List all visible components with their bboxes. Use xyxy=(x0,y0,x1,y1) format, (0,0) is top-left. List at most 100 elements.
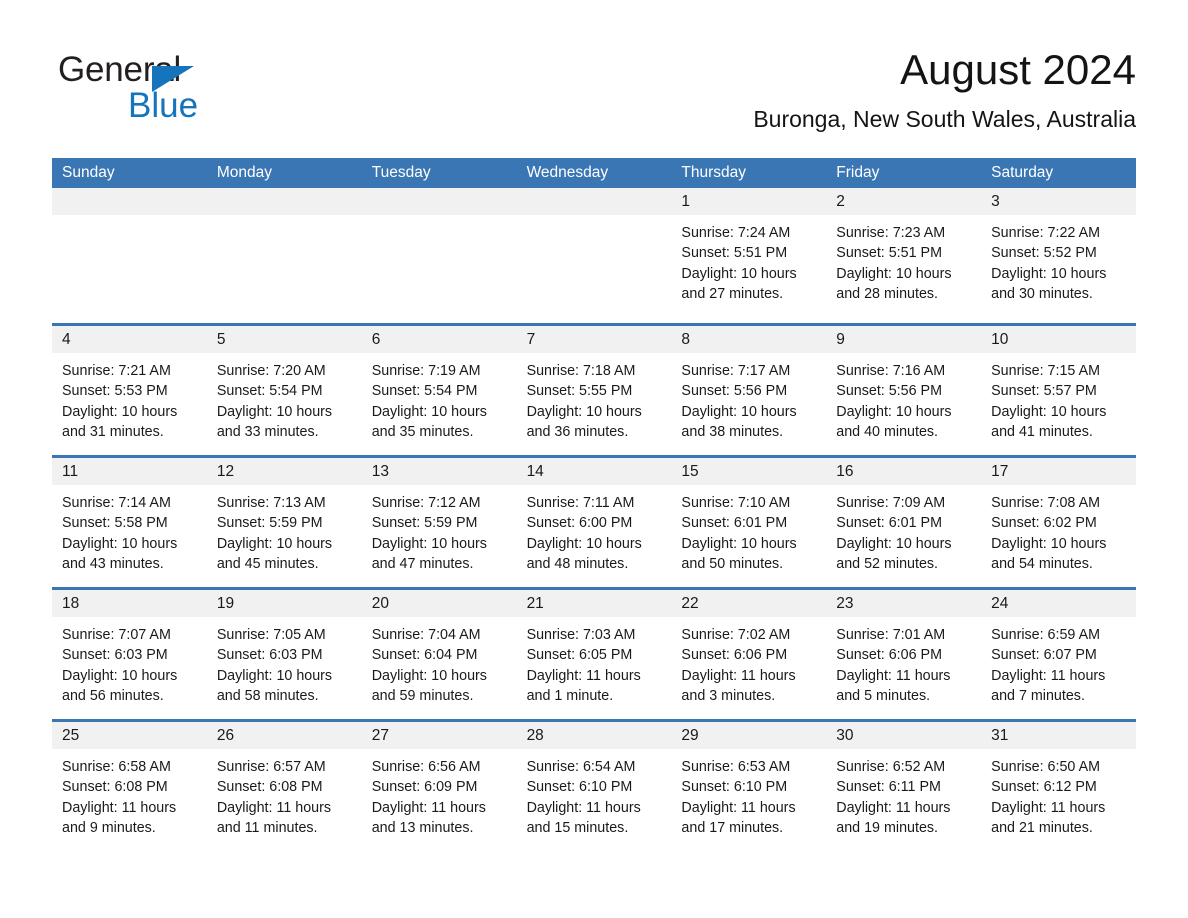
day-number-band: 31 xyxy=(981,722,1136,749)
sunset-time: Sunset: 6:06 PM xyxy=(681,647,788,664)
day-cell-4[interactable]: 4 Sunrise: 7:21 AM Sunset: 5:53 PM Daylight… xyxy=(52,326,207,455)
day-cell-20[interactable]: 20 Sunrise: 7:04 AM Sunset: 6:04 PM Dayligh… xyxy=(361,590,517,719)
sunset-time: Sunset: 5:54 PM xyxy=(216,383,323,400)
day-cell-22[interactable]: 22 Sunrise: 7:02 AM Sunset: 6:06 PM Dayligh… xyxy=(671,590,827,719)
day-cell-8[interactable]: 8 Sunrise: 7:17 AM Sunset: 5:56 PM Daylight… xyxy=(671,326,827,455)
day-details: Sunrise: 6:58 AM Sunset: 6:08 PM Daylight:… xyxy=(52,749,207,838)
daylight-line-1: Daylight: 10 hours xyxy=(991,535,1107,552)
day-cell-2[interactable]: 2 Sunrise: 7:23 AM Sunset: 5:51 PM Daylight… xyxy=(826,188,982,323)
day-number: 30 xyxy=(836,727,854,744)
day-cell-15[interactable]: 15 Sunrise: 7:10 AM Sunset: 6:01 PM Dayligh… xyxy=(671,458,827,587)
day-cell-13[interactable]: 13 Sunrise: 7:12 AM Sunset: 5:59 PM Dayligh… xyxy=(361,458,517,587)
daylight-line-1: Daylight: 11 hours xyxy=(681,799,796,816)
sunrise-time: Sunrise: 7:13 AM xyxy=(216,495,326,511)
day-number: 1 xyxy=(681,193,691,210)
day-cell-27[interactable]: 27 Sunrise: 6:56 AM Sunset: 6:09 PM Dayligh… xyxy=(361,722,517,851)
sunset-time: Sunset: 6:12 PM xyxy=(991,779,1097,796)
day-details: Sunrise: 7:19 AM Sunset: 5:54 PM Daylight:… xyxy=(362,353,517,442)
day-cell-18[interactable]: 18 Sunrise: 7:07 AM Sunset: 6:03 PM Dayligh… xyxy=(52,590,207,719)
day-details: Sunrise: 7:04 AM Sunset: 6:04 PM Daylight:… xyxy=(362,617,517,706)
day-cell-25[interactable]: 25 Sunrise: 6:58 AM Sunset: 6:08 PM Dayligh… xyxy=(52,722,207,851)
sunrise-time: Sunrise: 7:02 AM xyxy=(681,627,791,643)
day-number-band: 20 xyxy=(361,590,517,617)
day-cell-17[interactable]: 17 Sunrise: 7:08 AM Sunset: 6:02 PM Dayligh… xyxy=(981,458,1136,587)
day-number: 31 xyxy=(991,727,1009,744)
day-cell-1[interactable]: 1 Sunrise: 7:24 AM Sunset: 5:51 PM Daylight… xyxy=(671,188,827,323)
day-number-band: 26 xyxy=(206,722,362,749)
daylight-line-2: and 35 minutes. xyxy=(371,423,474,440)
day-number: 11 xyxy=(62,463,79,480)
daylight-line-1: Daylight: 10 hours xyxy=(216,535,333,552)
day-cell-19[interactable]: 19 Sunrise: 7:05 AM Sunset: 6:03 PM Dayligh… xyxy=(206,590,362,719)
day-number: 7 xyxy=(526,331,536,348)
daylight-line-1: Daylight: 10 hours xyxy=(991,265,1107,282)
day-cell-26[interactable]: 26 Sunrise: 6:57 AM Sunset: 6:08 PM Dayligh… xyxy=(206,722,362,851)
day-number-band: 13 xyxy=(361,458,517,485)
daylight-line-1: Daylight: 11 hours xyxy=(371,799,486,816)
sunrise-time: Sunrise: 7:05 AM xyxy=(216,627,326,643)
weekday-header-friday: Friday xyxy=(836,164,880,181)
daylight-line-2: and 31 minutes. xyxy=(62,423,164,440)
sunset-time: Sunset: 6:01 PM xyxy=(681,515,788,532)
daylight-line-1: Daylight: 10 hours xyxy=(371,403,487,420)
daylight-line-1: Daylight: 10 hours xyxy=(836,265,952,282)
day-cell-7[interactable]: 7 Sunrise: 7:18 AM Sunset: 5:55 PM Daylight… xyxy=(516,326,672,455)
day-number: 25 xyxy=(62,727,80,744)
day-cell-5[interactable]: 5 Sunrise: 7:20 AM Sunset: 5:54 PM Daylight… xyxy=(206,326,362,455)
day-cell-11[interactable]: 11 Sunrise: 7:14 AM Sunset: 5:58 PM Dayligh… xyxy=(52,458,207,587)
weekday-header-thursday: Thursday xyxy=(681,164,747,181)
day-cell-10[interactable]: 10 Sunrise: 7:15 AM Sunset: 5:57 PM Dayligh… xyxy=(981,326,1136,455)
day-details: Sunrise: 6:52 AM Sunset: 6:11 PM Daylight:… xyxy=(826,749,981,838)
daylight-line-1: Daylight: 10 hours xyxy=(216,667,333,684)
daylight-line-2: and 47 minutes. xyxy=(371,555,474,572)
calendar-weeks: 1 Sunrise: 7:24 AM Sunset: 5:51 PM Daylight… xyxy=(52,188,1136,851)
day-details xyxy=(207,215,362,223)
day-cell-9[interactable]: 9 Sunrise: 7:16 AM Sunset: 5:56 PM Daylight… xyxy=(826,326,982,455)
day-cell-14[interactable]: 14 Sunrise: 7:11 AM Sunset: 6:00 PM Dayligh… xyxy=(516,458,672,587)
sunset-time: Sunset: 5:52 PM xyxy=(991,245,1097,262)
day-number: 24 xyxy=(991,595,1009,612)
sunset-time: Sunset: 6:02 PM xyxy=(991,515,1097,532)
daylight-line-2: and 5 minutes. xyxy=(836,687,931,704)
daylight-line-2: and 50 minutes. xyxy=(681,555,784,572)
day-number: 17 xyxy=(991,463,1009,480)
calendar-week-row: 11 Sunrise: 7:14 AM Sunset: 5:58 PM Dayligh… xyxy=(52,455,1136,587)
day-cell-12[interactable]: 12 Sunrise: 7:13 AM Sunset: 5:59 PM Dayligh… xyxy=(206,458,362,587)
day-number-band: 10 xyxy=(981,326,1136,353)
day-cell-16[interactable]: 16 Sunrise: 7:09 AM Sunset: 6:01 PM Dayligh… xyxy=(826,458,982,587)
day-number: 4 xyxy=(62,331,71,348)
day-details: Sunrise: 7:11 AM Sunset: 6:00 PM Daylight:… xyxy=(517,485,672,574)
day-cell-28[interactable]: 28 Sunrise: 6:54 AM Sunset: 6:10 PM Dayligh… xyxy=(516,722,672,851)
sunset-time: Sunset: 5:53 PM xyxy=(62,383,168,400)
day-cell-30[interactable]: 30 Sunrise: 6:52 AM Sunset: 6:11 PM Dayligh… xyxy=(826,722,982,851)
calendar-week-row: 18 Sunrise: 7:07 AM Sunset: 6:03 PM Dayligh… xyxy=(52,587,1136,719)
sunrise-time: Sunrise: 7:07 AM xyxy=(62,627,171,643)
day-cell-3[interactable]: 3 Sunrise: 7:22 AM Sunset: 5:52 PM Daylight… xyxy=(981,188,1136,323)
daylight-line-2: and 19 minutes. xyxy=(836,819,939,836)
day-cell-6[interactable]: 6 Sunrise: 7:19 AM Sunset: 5:54 PM Daylight… xyxy=(361,326,517,455)
day-cell-31[interactable]: 31 Sunrise: 6:50 AM Sunset: 6:12 PM Dayligh… xyxy=(981,722,1136,851)
day-number-band: 21 xyxy=(516,590,672,617)
day-details: Sunrise: 7:24 AM Sunset: 5:51 PM Daylight:… xyxy=(671,215,826,304)
daylight-line-1: Daylight: 10 hours xyxy=(62,535,178,552)
day-cell-21[interactable]: 21 Sunrise: 7:03 AM Sunset: 6:05 PM Dayligh… xyxy=(516,590,672,719)
daylight-line-2: and 54 minutes. xyxy=(991,555,1093,572)
sunrise-time: Sunrise: 7:01 AM xyxy=(836,627,946,643)
daylight-line-1: Daylight: 10 hours xyxy=(991,403,1107,420)
day-cell-24[interactable]: 24 Sunrise: 6:59 AM Sunset: 6:07 PM Dayligh… xyxy=(981,590,1136,719)
daylight-line-2: and 33 minutes. xyxy=(216,423,319,440)
day-number: 3 xyxy=(991,193,1000,210)
daylight-line-2: and 30 minutes. xyxy=(991,285,1093,302)
day-details: Sunrise: 7:10 AM Sunset: 6:01 PM Daylight:… xyxy=(671,485,826,574)
daylight-line-2: and 38 minutes. xyxy=(681,423,784,440)
sunrise-time: Sunrise: 6:53 AM xyxy=(681,759,791,775)
sunrise-time: Sunrise: 7:04 AM xyxy=(371,627,481,643)
daylight-line-2: and 59 minutes. xyxy=(371,687,474,704)
daylight-line-2: and 7 minutes. xyxy=(991,687,1085,704)
day-details: Sunrise: 7:09 AM Sunset: 6:01 PM Daylight:… xyxy=(826,485,981,574)
daylight-line-2: and 58 minutes. xyxy=(216,687,319,704)
sunset-time: Sunset: 6:03 PM xyxy=(62,647,168,664)
day-cell-23[interactable]: 23 Sunrise: 7:01 AM Sunset: 6:06 PM Dayligh… xyxy=(826,590,982,719)
day-cell-29[interactable]: 29 Sunrise: 6:53 AM Sunset: 6:10 PM Dayligh… xyxy=(671,722,827,851)
daylight-line-2: and 28 minutes. xyxy=(836,285,939,302)
